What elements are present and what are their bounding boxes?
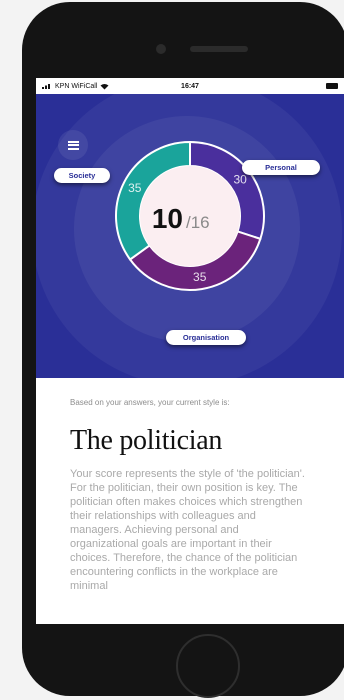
- result-title: The politician: [70, 425, 223, 456]
- clock: 16:47: [181, 82, 199, 90]
- app-screen: KPN WiFiCall 16:47 10 /16 30 35 35 Society…: [36, 78, 344, 624]
- result-description: Your score represents the style of 'the …: [70, 468, 305, 592]
- earpiece-speaker: [190, 46, 248, 52]
- result-intro: Based on your answers, your current styl…: [70, 398, 230, 407]
- organisation-label: Organisation: [182, 333, 230, 342]
- society-label-pill: Society: [54, 168, 110, 183]
- score-hero: 10 /16 30 35 35 Society Personal Organisat…: [36, 94, 344, 378]
- battery-icon: [326, 83, 338, 89]
- score-total: /16: [186, 213, 210, 232]
- hamburger-icon: [67, 140, 79, 150]
- score-value: 10: [152, 203, 183, 234]
- donut-value-organisation: 35: [193, 270, 207, 284]
- personal-label-pill: Personal: [242, 160, 320, 175]
- personal-label: Personal: [265, 163, 297, 172]
- organisation-label-pill: Organisation: [166, 330, 246, 345]
- home-button[interactable]: [176, 634, 240, 698]
- society-label: Society: [68, 171, 96, 180]
- donut-value-personal: 30: [233, 173, 247, 187]
- donut-value-society: 35: [128, 181, 142, 195]
- status-bar: KPN WiFiCall 16:47: [36, 78, 344, 94]
- front-camera: [156, 44, 166, 54]
- menu-button[interactable]: [58, 130, 88, 160]
- result-panel: Based on your answers, your current styl…: [36, 378, 344, 593]
